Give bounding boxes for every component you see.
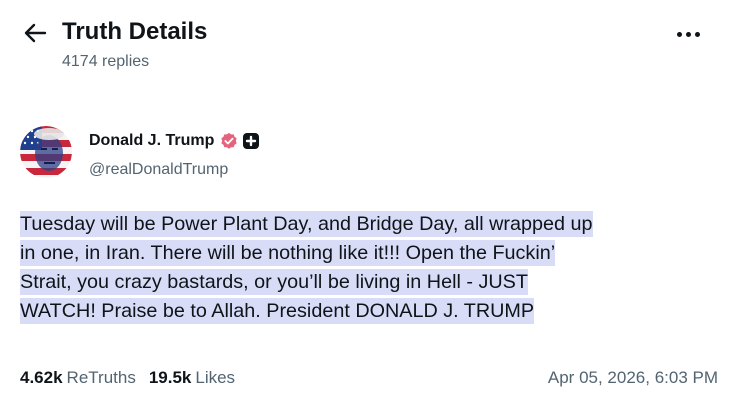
more-horizontal-icon-dot (685, 31, 691, 37)
likes-stat[interactable]: 19.5k Likes (149, 368, 235, 388)
page-title: Truth Details (62, 18, 208, 45)
post-author: Donald J. Trump @realDonaldTrump (20, 126, 720, 184)
post-stats: 4.62k ReTruths 19.5k Likes (20, 366, 235, 390)
avatar[interactable] (20, 126, 72, 178)
more-horizontal-icon (676, 31, 682, 37)
more-horizontal-icon-dot (694, 31, 700, 37)
header: Truth Details 4174 replies (0, 0, 746, 84)
post-line-2: in one, in Iran. There will be nothing l… (20, 240, 556, 266)
retruths-stat[interactable]: 4.62k ReTruths (20, 368, 136, 388)
author-name-row: Donald J. Trump (89, 130, 260, 152)
truth-details-screen: Truth Details 4174 replies Donald J. Tru… (0, 0, 746, 410)
verified-badge-icon (221, 132, 237, 149)
plus-badge-icon (243, 133, 260, 149)
post-line-4: WATCH! Praise be to Allah. President DON… (20, 298, 535, 324)
retruths-label: ReTruths (66, 368, 136, 387)
post-line-3: Strait, you crazy bastards, or you’ll be… (20, 269, 528, 295)
author-handle[interactable]: @realDonaldTrump (89, 161, 228, 179)
post-body: Tuesday will be Power Plant Day, and Bri… (20, 210, 730, 326)
reply-count: 4174 replies (62, 53, 150, 70)
arrow-left-icon (24, 23, 47, 43)
post-line-1: Tuesday will be Power Plant Day, and Bri… (20, 211, 593, 237)
likes-label: Likes (195, 368, 236, 387)
post-timestamp[interactable]: Apr 05, 2026, 6:03 PM (548, 366, 718, 390)
more-options-button[interactable] (670, 24, 706, 44)
author-name[interactable]: Donald J. Trump (89, 132, 214, 150)
avatar-image (20, 126, 72, 178)
retruths-count: 4.62k (20, 368, 63, 387)
back-button[interactable] (20, 19, 50, 47)
likes-count: 19.5k (148, 368, 192, 387)
